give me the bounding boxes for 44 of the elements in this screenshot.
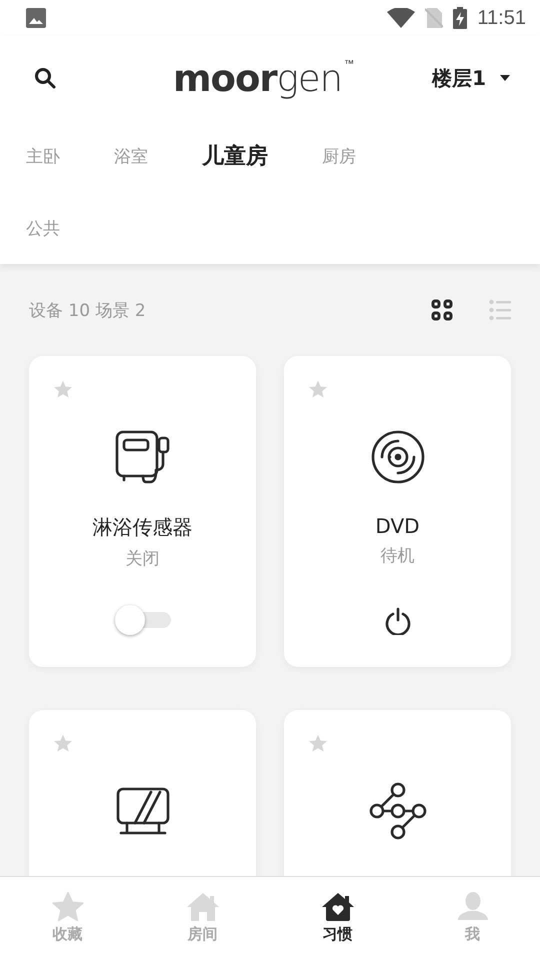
- device-card[interactable]: DVD 待机: [284, 356, 511, 667]
- star-icon[interactable]: [53, 380, 73, 399]
- view-toggle[interactable]: [431, 299, 453, 321]
- no-sim-icon: [425, 8, 444, 28]
- device-status: 关闭: [126, 548, 160, 570]
- house-heart-icon: [320, 891, 354, 923]
- view-toggle[interactable]: [489, 299, 511, 321]
- house-icon: [186, 891, 220, 923]
- search-icon[interactable]: [34, 67, 56, 89]
- room-tab[interactable]: 浴室: [98, 120, 186, 192]
- image-icon: [26, 8, 46, 28]
- network-nodes-icon: [368, 782, 426, 840]
- nav-tab[interactable]: 习惯: [270, 877, 405, 960]
- star-icon[interactable]: [308, 380, 328, 399]
- device-scene-count: 设备 10 场景 2: [29, 300, 146, 322]
- device-card[interactable]: 淋浴传感器 关闭: [29, 356, 256, 667]
- star-icon: [50, 891, 84, 923]
- room-tab[interactable]: 公共: [10, 192, 98, 264]
- room-tab[interactable]: 儿童房: [186, 120, 306, 192]
- clock-time: 11:51: [477, 6, 526, 30]
- star-icon[interactable]: [53, 734, 73, 753]
- device-status: 待机: [380, 545, 414, 567]
- monitor-icon: [114, 786, 170, 836]
- power-icon: [384, 607, 412, 635]
- nav-tab[interactable]: 房间: [135, 877, 270, 960]
- floor-selector[interactable]: 楼层1: [432, 60, 510, 96]
- device-name: 淋浴传感器: [92, 514, 192, 541]
- nav-tab[interactable]: 我: [405, 877, 540, 960]
- device-name: DVD: [375, 514, 420, 538]
- brand-logo: moorgen$^{™}$: [172, 60, 354, 96]
- caret-icon: [500, 75, 510, 81]
- star-icon[interactable]: [308, 734, 328, 753]
- nav-tab[interactable]: 收藏: [0, 877, 135, 960]
- power-button[interactable]: [384, 607, 412, 635]
- grid-view-icon: [431, 299, 453, 321]
- water-heater-icon: [114, 429, 172, 485]
- battery-charging-icon: [453, 7, 468, 29]
- list-view-icon: [489, 299, 511, 321]
- disc-icon: [370, 429, 426, 485]
- toggle-switch[interactable]: [114, 605, 170, 635]
- room-tab[interactable]: 主卧: [10, 120, 98, 192]
- wifi-icon: [387, 8, 416, 28]
- person-icon: [456, 891, 490, 923]
- room-tab[interactable]: 厨房: [306, 120, 394, 192]
